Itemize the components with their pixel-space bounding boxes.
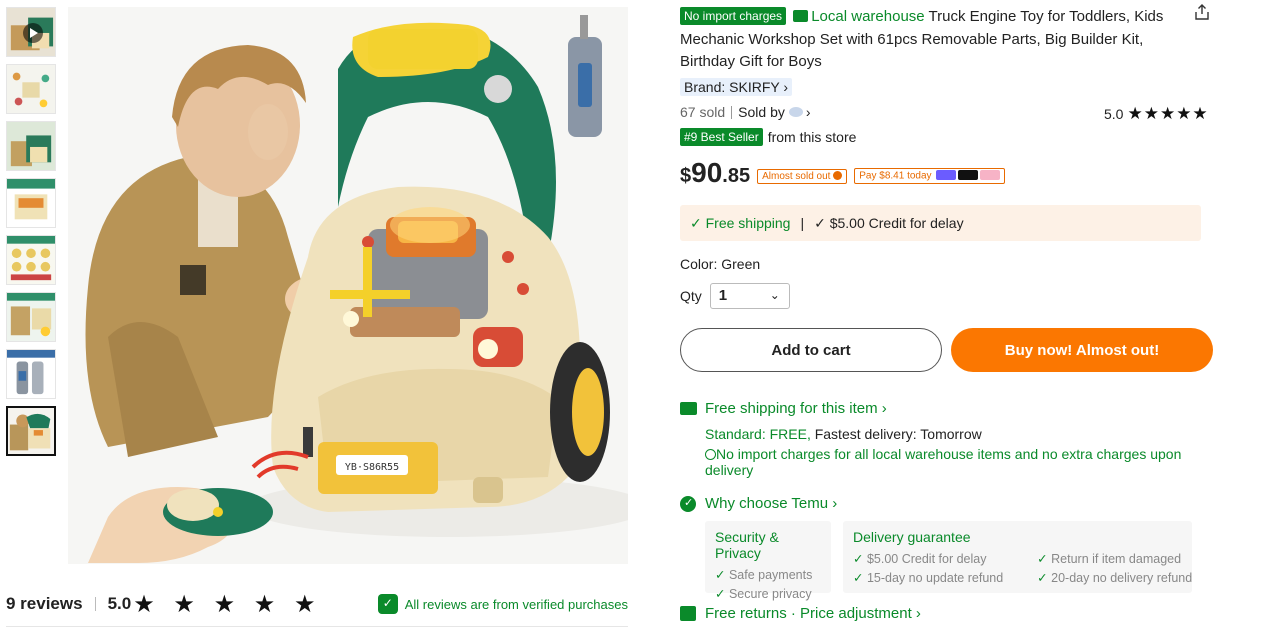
rating-value: 5.0 (1104, 106, 1124, 122)
best-seller-suffix: from this store (767, 129, 857, 145)
security-item: Secure privacy (715, 585, 821, 604)
thumbnail[interactable] (6, 121, 56, 171)
no-import-text: No import charges for all local warehous… (705, 446, 1182, 478)
thumbnail-image (7, 293, 55, 341)
pay-today-text: Pay $8.41 today (859, 170, 932, 182)
free-shipping-heading[interactable]: Free shipping for this item › (680, 400, 1200, 417)
rating-stars: ★★★★★ (1127, 104, 1209, 123)
sold-count: 67 sold (680, 104, 726, 120)
color-label: Color: Green (680, 256, 761, 272)
main-product-image[interactable]: YB·S86R55 (68, 7, 628, 564)
qty-label: Qty (680, 288, 702, 304)
thumbnail[interactable] (6, 64, 56, 114)
review-count[interactable]: 9 reviews (6, 594, 83, 614)
credit-delay-text: ✓ $5.00 Credit for delay (814, 214, 964, 231)
why-choose-heading[interactable]: Why choose Temu › (680, 495, 837, 512)
chevron-down-icon: ⌄ (769, 288, 780, 302)
delivery-item: Return if item damaged (1037, 550, 1192, 569)
divider (731, 105, 733, 119)
shield-icon (377, 594, 398, 614)
chevron-right-icon[interactable]: › (806, 104, 811, 120)
free-shipping-heading-text: Free shipping for this item › (705, 400, 887, 417)
thumbnail-image (8, 408, 54, 454)
svg-text:YB·S86R55: YB·S86R55 (345, 462, 399, 473)
thumbnail-image (7, 65, 55, 113)
shield-check-icon (680, 495, 696, 512)
product-rating[interactable]: 5.0 ★★★★★ (1104, 104, 1209, 124)
product-photo: YB·S86R55 (68, 7, 628, 564)
quantity-select[interactable]: 1 ⌄ (709, 283, 790, 309)
why-choose-text: Why choose Temu › (705, 495, 838, 512)
no-import-icon (705, 449, 716, 460)
thumbnail-image (7, 350, 55, 398)
share-icon[interactable] (1194, 4, 1210, 20)
sold-by-label[interactable]: Sold by (738, 104, 785, 120)
delivery-item: 20-day no delivery refund (1037, 569, 1192, 588)
info-icon (833, 171, 843, 180)
brand-link[interactable]: Brand: SKIRFY › (680, 78, 793, 96)
thumbnail-image (7, 122, 55, 170)
divider (6, 626, 628, 627)
qty-value: 1 (718, 287, 728, 304)
no-import-badge: No import charges (680, 7, 787, 25)
price-row: $ 90 .85 Almost sold out Pay $8.41 today (680, 157, 1006, 188)
thumbnail-active[interactable] (6, 406, 56, 456)
thumbnail-strip (6, 7, 58, 463)
buy-now-button[interactable]: Buy now! Almost out! (951, 328, 1213, 372)
shipping-section: Free shipping for this item › Standard: … (680, 400, 1200, 478)
price-currency: $ (680, 165, 692, 187)
delivery-title: Delivery guarantee (853, 529, 971, 545)
thumbnail[interactable] (6, 292, 56, 342)
verified-purchases-note: All reviews are from verified purchases (377, 594, 628, 614)
verified-text: All reviews are from verified purchases (404, 596, 628, 612)
divider (94, 597, 96, 611)
truck-icon (793, 10, 809, 22)
add-to-cart-button[interactable]: Add to cart (680, 328, 942, 372)
standard-free-label: Standard: FREE, (705, 426, 811, 442)
thumbnail[interactable] (6, 235, 56, 285)
local-warehouse-label: Local warehouse (811, 8, 925, 25)
thumbnail-image (7, 179, 55, 227)
pay-later-tag[interactable]: Pay $8.41 today (854, 168, 1006, 184)
thumbnail[interactable] (6, 178, 56, 228)
price-integer: 90 (691, 157, 723, 188)
thumbnail-image (7, 236, 55, 284)
returns-icon (680, 606, 696, 621)
free-returns-text: Free returns · Price adjustment › (705, 605, 921, 622)
quantity-row: Qty 1 ⌄ (680, 283, 790, 309)
free-shipping-text: ✓ Free shipping (690, 214, 791, 231)
price-decimal: .85 (722, 165, 751, 187)
best-seller-row: #9 Best Seller from this store (680, 128, 856, 146)
delivery-item: 15-day no update refund (853, 569, 1003, 588)
delivery-guarantee-card: Delivery guarantee $5.00 Credit for dela… (843, 521, 1192, 593)
review-score: 5.0 (107, 594, 132, 613)
shipping-banner[interactable]: ✓ Free shipping | ✓ $5.00 Credit for del… (680, 205, 1201, 241)
affirm-logo-icon (936, 170, 957, 180)
fastest-delivery: Fastest delivery: Tomorrow (810, 426, 982, 442)
review-stars: ★ ★ ★ ★ ★ (133, 590, 322, 618)
security-privacy-card: Security & Privacy Safe payments Secure … (705, 521, 831, 601)
security-title: Security & Privacy (715, 529, 779, 561)
almost-sold-out-text: Almost sold out (762, 171, 831, 182)
play-icon (23, 23, 43, 43)
reviews-summary: 9 reviews 5.0 ★ ★ ★ ★ ★ All reviews are … (6, 590, 628, 618)
best-seller-badge: #9 Best Seller (680, 128, 763, 146)
product-title-block: No import charges Local warehouse Truck … (680, 6, 1180, 74)
delivery-item: $5.00 Credit for delay (853, 550, 1003, 569)
free-returns-link[interactable]: Free returns · Price adjustment › (680, 605, 921, 622)
no-import-note: No import charges for all local warehous… (705, 446, 1200, 478)
thumbnail-video[interactable] (6, 7, 56, 57)
sold-row: 67 sold Sold by › (680, 104, 811, 120)
divider: | (800, 215, 805, 231)
store-logo-icon[interactable] (788, 107, 803, 117)
afterpay-logo-icon (958, 170, 979, 180)
truck-icon (680, 402, 697, 415)
almost-sold-out-tag[interactable]: Almost sold out (757, 169, 848, 184)
security-item: Safe payments (715, 566, 821, 585)
klarna-logo-icon (980, 170, 1001, 180)
thumbnail[interactable] (6, 349, 56, 399)
standard-delivery: Standard: FREE, Fastest delivery: Tomorr… (705, 426, 1200, 442)
payment-logos (934, 170, 1001, 182)
